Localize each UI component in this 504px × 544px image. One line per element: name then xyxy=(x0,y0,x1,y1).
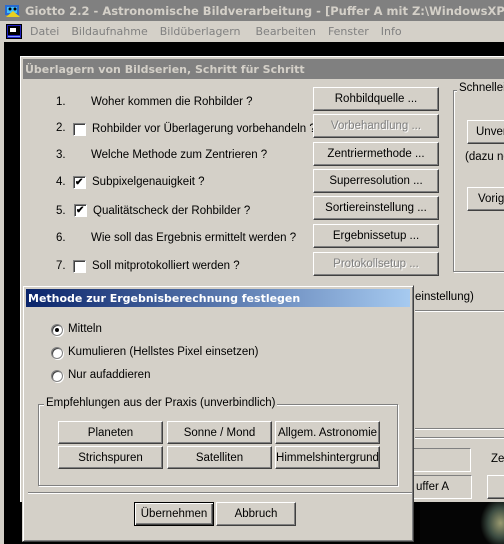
status-label: einstellung) xyxy=(415,291,474,303)
preset-sonne-mond-button[interactable]: Sonne / Mond xyxy=(167,421,272,444)
radio-button[interactable] xyxy=(51,347,63,359)
radio-button[interactable] xyxy=(51,324,63,336)
menu-bildueberlagern[interactable]: Bildüberlagern xyxy=(160,25,241,38)
protocol-checkbox[interactable] xyxy=(73,260,86,273)
sortiereinstellung-button[interactable]: Sortiereinstellung ... xyxy=(313,196,439,220)
preprocess-checkbox[interactable] xyxy=(73,123,86,136)
menu-bildaufnahme[interactable]: Bildaufnahme xyxy=(71,25,147,38)
wizard-titlebar[interactable]: Überlagern von Bildserien, Schritt für S… xyxy=(23,59,504,79)
step-number: 2. xyxy=(56,122,66,134)
dialog-titlebar[interactable]: Methode zur Ergebnisberechnung festlegen xyxy=(26,289,410,307)
quality-check-checkbox[interactable]: ✔ xyxy=(74,204,87,217)
preset-satelliten-button[interactable]: Satelliten xyxy=(167,446,272,469)
presets-legend: Empfehlungen aus der Praxis (unverbindli… xyxy=(44,397,278,409)
step-number: 5. xyxy=(56,205,66,217)
ergebnissetup-button[interactable]: Ergebnissetup ... xyxy=(313,224,439,248)
quick-setup-note: (dazu no xyxy=(465,151,504,163)
radio-label: Nur aufaddieren xyxy=(68,369,151,381)
buffer-field-value: uffer A xyxy=(416,481,450,493)
abbruch-button[interactable]: Abbruch xyxy=(216,502,296,526)
ze-label: Ze xyxy=(491,453,504,465)
vorbehandlung-button[interactable]: Vorbehandlung ... xyxy=(313,114,439,138)
subpixel-checkbox[interactable]: ✔ xyxy=(73,176,86,189)
step-label: Soll mitprotokolliert werden ? xyxy=(92,260,240,272)
step-label: Qualitätscheck der Rohbilder ? xyxy=(93,205,251,217)
app-titlebar: Giotto 2.2 - Astronomische Bildverarbeit… xyxy=(0,0,504,21)
partial-button[interactable] xyxy=(487,475,504,499)
step-label: Subpixelgenauigkeit ? xyxy=(92,176,205,188)
quick-setup-group xyxy=(453,90,504,272)
uebernehmen-button[interactable]: Übernehmen xyxy=(134,502,214,526)
superresolution-button[interactable]: Superresolution ... xyxy=(313,169,439,193)
zentriermethode-button[interactable]: Zentriermethode ... xyxy=(313,142,439,166)
menu-info[interactable]: Info xyxy=(381,25,402,38)
separator xyxy=(415,428,504,430)
preset-planeten-button[interactable]: Planeten xyxy=(58,421,163,444)
separator xyxy=(415,437,504,439)
step-label: Woher kommen die Rohbilder ? xyxy=(91,96,253,108)
step-label: Welche Methode zum Zentrieren ? xyxy=(91,149,268,161)
app-title: Giotto 2.2 - Astronomische Bildverarbeit… xyxy=(25,3,504,18)
radio-button[interactable] xyxy=(51,370,63,382)
astro-image-preview xyxy=(420,502,504,544)
dialog-separator xyxy=(28,492,412,494)
preset-allgem-astronomie-button[interactable]: Allgem. Astronomie xyxy=(275,421,380,444)
step-label: Rohbilder vor Überlagerung vorbehandeln … xyxy=(92,123,316,135)
protokollsetup-button[interactable]: Protokollsetup ... xyxy=(313,252,439,276)
radio-selected-dot xyxy=(55,328,59,332)
radio-label: Kumulieren (Hellstes Pixel einsetzen) xyxy=(68,346,259,358)
unveraendert-button[interactable]: Unver xyxy=(467,120,504,144)
document-window-icon[interactable] xyxy=(6,24,22,39)
step-number: 3. xyxy=(56,149,66,161)
checkmark-icon: ✔ xyxy=(76,205,85,216)
menubar: Datei Bildaufnahme Bildüberlagern Bearbe… xyxy=(0,21,504,42)
wizard-title: Überlagern von Bildserien, Schritt für S… xyxy=(25,62,305,76)
result-method-dialog: Methode zur Ergebnisberechnung festlegen… xyxy=(22,285,414,542)
quick-setup-legend: Schnellei xyxy=(457,82,504,94)
presets-group xyxy=(38,404,398,486)
separator xyxy=(415,310,504,312)
vorige-button[interactable]: Vorige xyxy=(467,187,504,211)
step-number: 7. xyxy=(56,260,66,272)
step-number: 1. xyxy=(56,96,66,108)
step-number: 4. xyxy=(56,176,66,188)
menu-fenster[interactable]: Fenster xyxy=(328,25,369,38)
step-number: 6. xyxy=(56,232,66,244)
step-label: Wie soll das Ergebnis ermittelt werden ? xyxy=(91,232,297,244)
preset-strichspuren-button[interactable]: Strichspuren xyxy=(58,446,163,469)
menu-datei[interactable]: Datei xyxy=(30,25,59,38)
dialog-title: Methode zur Ergebnisberechnung festlegen xyxy=(28,291,301,305)
background-window-edge xyxy=(0,42,4,544)
giotto-app-icon[interactable] xyxy=(4,3,22,19)
radio-label: Mitteln xyxy=(68,323,102,335)
menu-bearbeiten[interactable]: Bearbeiten xyxy=(256,25,316,38)
checkmark-icon: ✔ xyxy=(75,177,84,188)
rohbildquelle-button[interactable]: Rohbildquelle ... xyxy=(313,87,439,111)
preset-himmelshintergrund-button[interactable]: Himmelshintergrund xyxy=(275,446,380,469)
